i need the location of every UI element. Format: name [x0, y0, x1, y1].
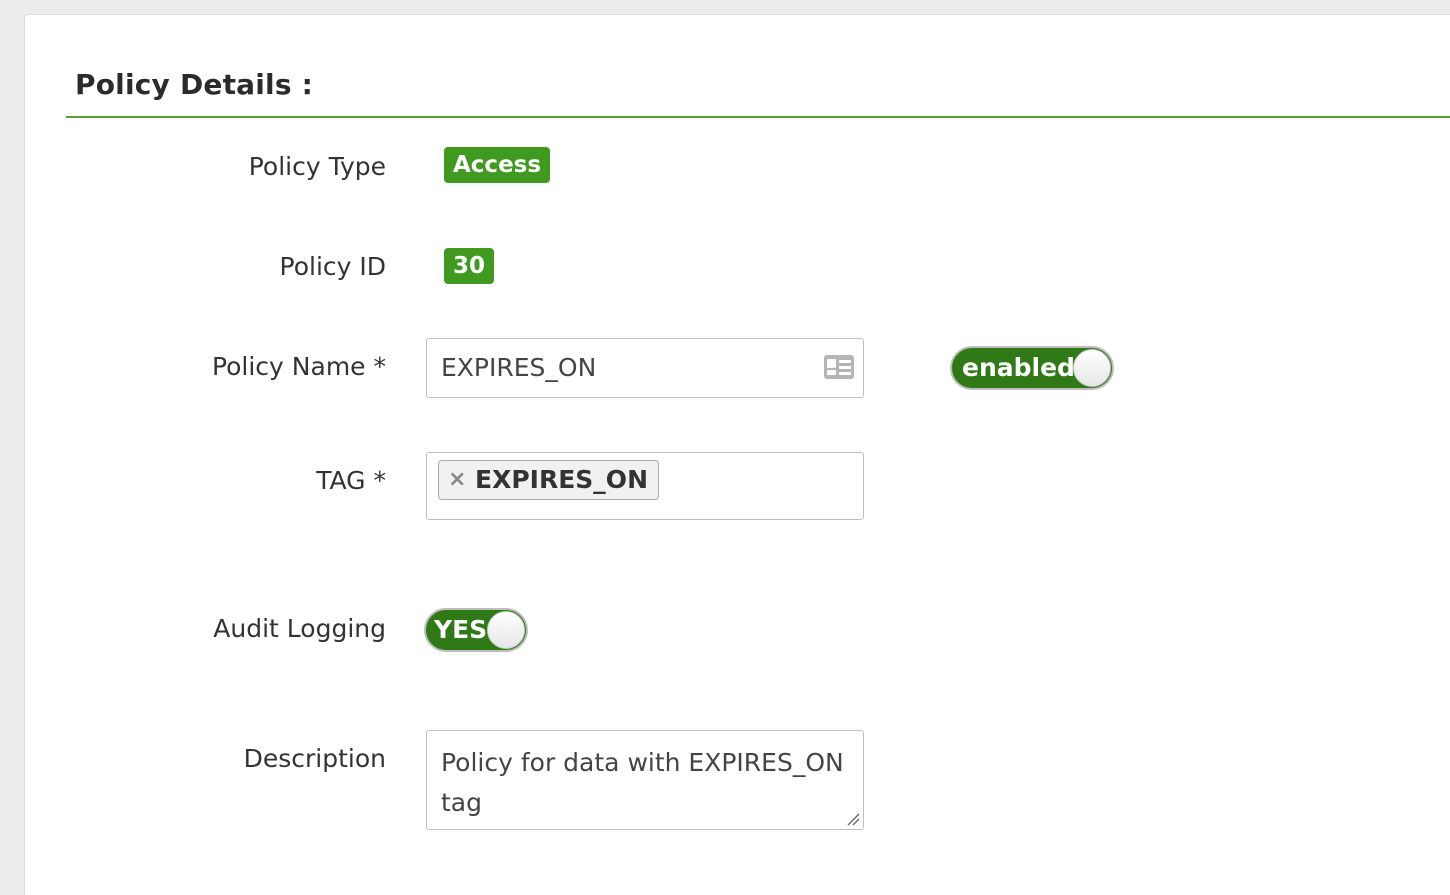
id-card-icon [824, 355, 854, 379]
policy-name-value: EXPIRES_ON [441, 353, 597, 382]
section-divider [66, 116, 1450, 118]
policy-id-label: Policy ID [279, 252, 386, 281]
tag-chip-label: EXPIRES_ON [475, 465, 648, 494]
description-value: Policy for data with EXPIRES_ON tag [441, 748, 844, 817]
description-label: Description [243, 744, 386, 773]
description-textarea[interactable]: Policy for data with EXPIRES_ON tag [426, 730, 864, 830]
toggle-knob [1073, 349, 1111, 387]
policy-name-input[interactable]: EXPIRES_ON [426, 338, 864, 398]
section-title: Policy Details : [75, 68, 314, 101]
policy-enabled-toggle-label: enabled [962, 353, 1075, 382]
audit-logging-label: Audit Logging [213, 614, 386, 643]
policy-enabled-toggle[interactable]: enabled [950, 346, 1114, 390]
policy-name-label: Policy Name * [211, 352, 386, 381]
policy-type-label: Policy Type [248, 152, 386, 181]
toggle-knob [487, 611, 525, 649]
tag-input[interactable]: × EXPIRES_ON [426, 452, 864, 520]
tag-label: TAG * [316, 466, 386, 495]
tag-chip: × EXPIRES_ON [438, 460, 659, 500]
audit-logging-toggle[interactable]: YES [424, 608, 528, 652]
close-icon[interactable]: × [448, 461, 466, 498]
policy-type-badge: Access [444, 147, 551, 183]
audit-logging-toggle-label: YES [434, 615, 488, 644]
resize-handle-icon[interactable] [846, 812, 860, 826]
policy-id-badge: 30 [444, 248, 495, 284]
